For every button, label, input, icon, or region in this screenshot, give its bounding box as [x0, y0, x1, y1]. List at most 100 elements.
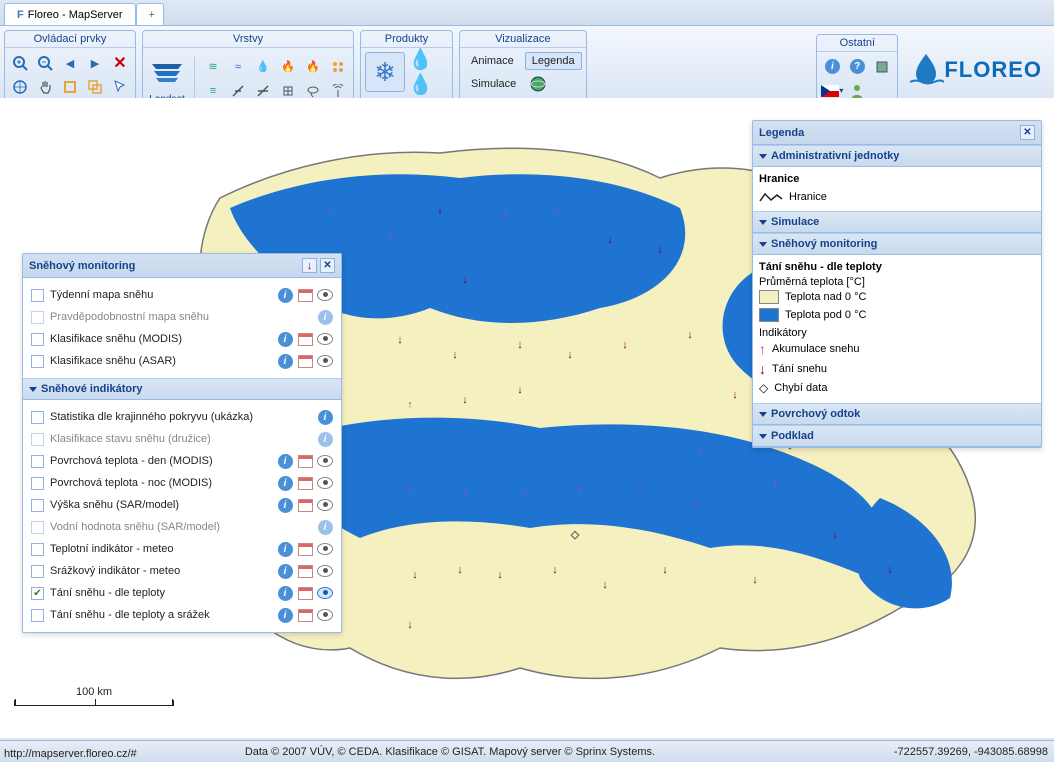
layer-waves-icon[interactable]: ≈	[227, 56, 249, 78]
layer-dots-icon[interactable]	[327, 56, 349, 78]
svg-text:↑: ↑	[502, 209, 508, 221]
accordion-snow[interactable]: Sněhový monitoring	[753, 233, 1041, 255]
info-icon[interactable]: i	[277, 541, 293, 557]
accordion-header-indicators[interactable]: Sněhové indikátory	[23, 378, 341, 400]
new-tab-button[interactable]: +	[136, 3, 164, 25]
map-viewport[interactable]: ↑ ↑ ↓ ↑ ↑ ↓ ↓ ↓ ↓ ↓ ↓ ↓ ↓ ↓ ↓ ↓ ↑ ↓ ↓ ↑ …	[0, 98, 1054, 738]
help-button[interactable]: ?	[846, 56, 868, 78]
prev-extent-icon[interactable]: ◀	[59, 52, 81, 74]
visibility-icon[interactable]	[317, 497, 333, 513]
pointer-icon[interactable]	[109, 76, 131, 98]
layer-label: Pravděpodobnostní mapa sněhu	[50, 311, 311, 323]
layer-label: Klasifikace sněhu (ASAR)	[50, 355, 271, 367]
zoom-in-icon[interactable]	[9, 52, 31, 74]
accordion-simulace[interactable]: Simulace	[753, 211, 1041, 233]
layer-checkbox[interactable]	[31, 565, 44, 578]
panel-header[interactable]: Legenda ✕	[753, 121, 1041, 145]
calendar-icon[interactable]	[297, 541, 313, 557]
legenda-button[interactable]: Legenda	[525, 52, 582, 70]
info-icon[interactable]: i	[317, 409, 333, 425]
info-icon[interactable]: i	[277, 607, 293, 623]
layer-checkbox[interactable]	[31, 311, 44, 324]
layer-checkbox[interactable]	[31, 289, 44, 302]
calendar-icon[interactable]	[297, 353, 313, 369]
legend-label: Hranice	[789, 191, 827, 203]
layer-checkbox[interactable]	[31, 609, 44, 622]
landsat-icon[interactable]	[147, 52, 187, 92]
svg-text:↓: ↓	[412, 569, 418, 581]
next-extent-icon[interactable]: ▶	[84, 52, 106, 74]
layer-drop-icon[interactable]: 💧	[252, 56, 274, 78]
ribbon-group-title: Vrstvy	[143, 31, 353, 48]
visibility-icon[interactable]	[317, 453, 333, 469]
close-icon[interactable]: ✕	[1020, 125, 1035, 140]
layer-label: Tání sněhu - dle teploty	[50, 587, 271, 599]
visibility-icon[interactable]	[317, 475, 333, 491]
zoom-out-icon[interactable]	[34, 52, 56, 74]
calendar-icon[interactable]	[297, 563, 313, 579]
info-icon[interactable]: i	[277, 453, 293, 469]
accordion-admin[interactable]: Administrativní jednotky	[753, 145, 1041, 167]
calendar-icon[interactable]	[297, 585, 313, 601]
full-extent-icon[interactable]	[9, 76, 31, 98]
visibility-icon[interactable]	[317, 541, 333, 557]
layer-checkbox[interactable]	[31, 477, 44, 490]
layer-checkbox[interactable]	[31, 543, 44, 556]
layer-fire-icon[interactable]: 🔥	[277, 56, 299, 78]
layer-fire2-icon[interactable]: 🔥	[302, 56, 324, 78]
visibility-icon[interactable]	[317, 353, 333, 369]
calendar-icon[interactable]	[297, 497, 313, 513]
visibility-icon[interactable]	[317, 331, 333, 347]
info-icon[interactable]: i	[317, 519, 333, 535]
snow-product-icon[interactable]: ❄	[365, 52, 405, 92]
ribbon-group-title: Produkty	[361, 31, 452, 48]
info-icon[interactable]: i	[317, 431, 333, 447]
calendar-icon[interactable]	[297, 475, 313, 491]
select-box-icon[interactable]	[84, 76, 106, 98]
simulace-button[interactable]: Simulace	[464, 75, 523, 93]
browser-tab[interactable]: F Floreo - MapServer	[4, 3, 136, 25]
layer-checkbox[interactable]	[31, 355, 44, 368]
calendar-icon[interactable]	[297, 287, 313, 303]
select-rect-icon[interactable]	[59, 76, 81, 98]
layer-checkbox[interactable]	[31, 455, 44, 468]
layer-checkbox[interactable]	[31, 333, 44, 346]
delete-icon[interactable]: ✕	[109, 52, 131, 74]
calendar-icon[interactable]	[297, 453, 313, 469]
info-icon[interactable]: i	[277, 353, 293, 369]
layer-checkbox[interactable]	[31, 433, 44, 446]
legend-sub: Indikátory	[759, 327, 1035, 339]
layer-checkbox[interactable]	[31, 521, 44, 534]
water-product-icon[interactable]: 💧💧	[408, 52, 448, 92]
layer-checkbox[interactable]	[31, 411, 44, 424]
accordion-title: Podklad	[771, 430, 814, 442]
info-icon[interactable]: i	[277, 585, 293, 601]
visibility-icon[interactable]	[317, 585, 333, 601]
calendar-icon[interactable]	[297, 607, 313, 623]
svg-text:↓: ↓	[497, 569, 503, 581]
info-icon[interactable]: i	[277, 287, 293, 303]
info-icon[interactable]: i	[277, 563, 293, 579]
visibility-icon[interactable]	[317, 607, 333, 623]
animace-button[interactable]: Animace	[464, 52, 521, 70]
accordion-base[interactable]: Podklad	[753, 425, 1041, 447]
layer-checkbox[interactable]	[31, 587, 44, 600]
info-icon[interactable]: i	[277, 497, 293, 513]
visibility-icon[interactable]	[317, 563, 333, 579]
collapse-icon[interactable]: ↓	[302, 258, 317, 273]
layer-water-icon[interactable]: ≋	[202, 56, 224, 78]
layer-row: Tání sněhu - dle teploty a srážeki	[29, 604, 335, 626]
info-icon[interactable]: i	[277, 475, 293, 491]
pan-icon[interactable]	[34, 76, 56, 98]
close-icon[interactable]: ✕	[320, 258, 335, 273]
visibility-icon[interactable]	[317, 287, 333, 303]
panel-header[interactable]: Sněhový monitoring ↓ ✕	[23, 254, 341, 278]
settings-icon[interactable]	[871, 56, 893, 78]
info-button[interactable]: i	[821, 56, 843, 78]
info-icon[interactable]: i	[317, 309, 333, 325]
info-icon[interactable]: i	[277, 331, 293, 347]
calendar-icon[interactable]	[297, 331, 313, 347]
accordion-runoff[interactable]: Povrchový odtok	[753, 403, 1041, 425]
google-earth-icon[interactable]	[527, 73, 549, 95]
layer-checkbox[interactable]	[31, 499, 44, 512]
